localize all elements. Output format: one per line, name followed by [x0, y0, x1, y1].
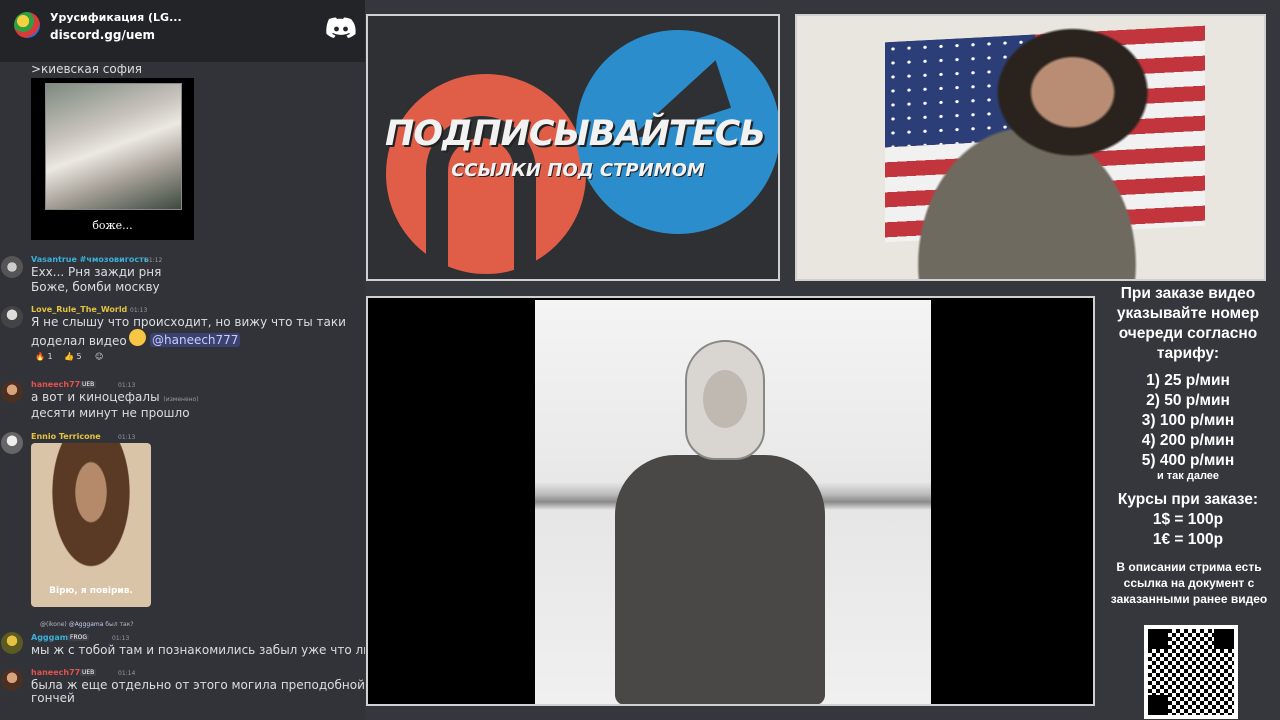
role-badge: UEB	[80, 669, 97, 676]
banner-subtitle: ССЫЛКИ ПОД СТРИМОМ	[451, 160, 705, 181]
server-name: Урусификация (LG...	[50, 11, 182, 24]
tariff-item: 5) 400 р/мин	[1141, 452, 1235, 469]
qr-code[interactable]	[1144, 625, 1238, 719]
message-line: а вот и киноцефалы (изменено)	[31, 390, 199, 404]
message-author[interactable]: haneech777	[31, 380, 86, 389]
message-timestamp: 01:13	[130, 307, 148, 314]
chimpanzee-image-caption: Вірю, я повірив.	[49, 586, 133, 596]
streamer	[837, 26, 1217, 279]
message-line: мы ж с тобой там и познакомились забыл у…	[31, 643, 365, 657]
laughing-emoji-icon	[129, 329, 146, 346]
order-instructions: При заказе видео указывайте номер очеред…	[1116, 285, 1260, 362]
server-invite-link[interactable]: discord.gg/uem	[50, 28, 155, 42]
girl-face	[703, 370, 747, 428]
edited-label: (изменено)	[163, 396, 199, 403]
avatar[interactable]	[1, 381, 23, 403]
message-author[interactable]: Vasantrue #чмозовигость	[31, 255, 149, 264]
reply-preview[interactable]: @(ikone) @Agggama был так?	[40, 621, 134, 628]
message-author[interactable]: Ennio Terricone	[31, 432, 101, 441]
message-author[interactable]: Love_Rule_The_World	[31, 305, 127, 314]
message-line: Боже, бомби москву	[31, 280, 160, 294]
discord-chat-panel: Урусификация (LG... discord.gg/uem >киев…	[0, 0, 365, 720]
stream-layout: Урусификация (LG... discord.gg/uem >киев…	[0, 0, 1280, 720]
chimpanzee-image[interactable]	[31, 443, 151, 607]
exchange-rates-title: Курсы при заказе:	[1117, 491, 1259, 508]
message-line: гончей	[31, 691, 75, 705]
exchange-rate: 1$ = 100р	[1152, 511, 1224, 528]
role-badge: UEB	[80, 381, 97, 388]
message-timestamp: 01:14	[118, 670, 136, 677]
historical-photo	[535, 300, 931, 704]
avatar[interactable]	[1, 669, 23, 691]
message-timestamp: 01:12	[145, 257, 163, 264]
server-icon	[14, 12, 40, 38]
message-line: была ж еще отдельно от этого могила преп…	[31, 678, 365, 692]
tariff-item: 4) 200 р/мин	[1141, 432, 1235, 449]
quote-text: >киевская софия	[31, 62, 143, 76]
banner-title: ПОДПИСЫВАЙТЕСЬ	[385, 114, 766, 154]
server-header[interactable]: Урусификация (LG... discord.gg/uem	[0, 0, 365, 62]
tariff-and-so-on: и так далее	[1156, 470, 1220, 482]
add-reaction-icon[interactable]: ☺	[95, 352, 103, 361]
tariff-item: 2) 50 р/мин	[1146, 392, 1230, 409]
avatar[interactable]	[1, 432, 23, 454]
avatar[interactable]	[1, 306, 23, 328]
girl-figure	[615, 455, 825, 704]
message-timestamp: 01:13	[118, 434, 136, 441]
message-timestamp: 01:13	[112, 635, 130, 642]
webcam-feed	[795, 14, 1266, 281]
message-timestamp: 01:13	[118, 382, 136, 389]
message-line: десяти минут не прошло	[31, 406, 190, 420]
exchange-rate: 1€ = 100р	[1152, 531, 1224, 548]
qr-code-pattern	[1148, 629, 1234, 715]
message-line: доделал видео	[31, 334, 127, 348]
avatar[interactable]	[1, 632, 23, 654]
tariff-item: 1) 25 р/мин	[1146, 372, 1230, 389]
description-note: В описании стрима есть ссылка на докумен…	[1110, 560, 1268, 606]
avatar[interactable]	[1, 256, 23, 278]
tariff-item: 3) 100 р/мин	[1141, 412, 1235, 429]
role-badge: FROG	[68, 634, 89, 641]
user-mention[interactable]: @haneech777	[150, 333, 241, 347]
subscribe-banner: ПОДПИСЫВАЙТЕСЬ ССЫЛКИ ПОД СТРИМОМ	[366, 14, 780, 281]
cat-image	[45, 83, 182, 210]
cat-image-embed[interactable]: боже...	[31, 78, 194, 240]
message-line: Я не слышу что происходит, но вижу что т…	[31, 315, 346, 329]
cat-image-caption: боже...	[92, 219, 133, 232]
reaction-count[interactable]: 🔥 1	[35, 352, 53, 361]
video-player[interactable]	[366, 296, 1095, 706]
discord-logo-icon	[326, 17, 356, 38]
message-line: Exх... Рня зажди рня	[31, 265, 162, 279]
message-author[interactable]: haneech777	[31, 668, 86, 677]
reaction-count[interactable]: 👍 5	[64, 352, 82, 361]
